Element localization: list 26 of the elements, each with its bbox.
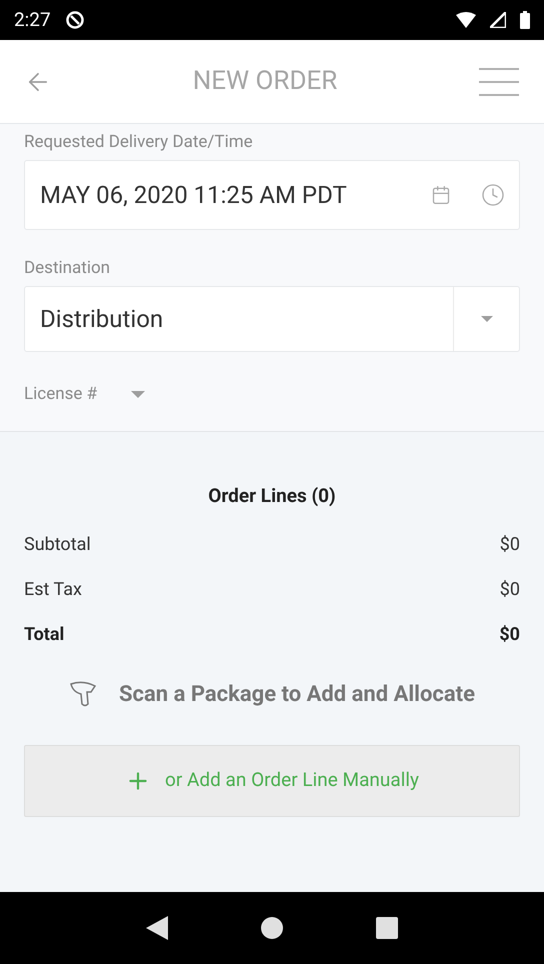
scan-prompt: Scan a Package to Add and Allocate bbox=[119, 680, 475, 708]
total-value: $0 bbox=[500, 578, 520, 602]
destination-select[interactable]: Distribution bbox=[24, 286, 520, 352]
total-value: $0 bbox=[500, 532, 520, 556]
total-label: Est Tax bbox=[24, 578, 82, 602]
date-time-field[interactable]: MAY 06, 2020 11:25 AM PDT bbox=[24, 160, 520, 230]
back-nav-icon[interactable] bbox=[146, 916, 168, 940]
dropdown-caret-icon[interactable] bbox=[480, 316, 492, 322]
home-nav-icon[interactable] bbox=[260, 917, 283, 939]
barcode-scanner-icon bbox=[69, 680, 97, 708]
recents-nav-icon[interactable] bbox=[376, 917, 398, 939]
field-label: Destination bbox=[24, 257, 112, 280]
field-label: Requested Delivery Date/Time bbox=[24, 131, 254, 154]
total-label: Subtotal bbox=[24, 532, 91, 556]
wifi-icon bbox=[456, 12, 476, 28]
dropdown-caret-icon[interactable] bbox=[131, 391, 146, 398]
status-time: 2:27 bbox=[14, 6, 51, 33]
calendar-icon[interactable] bbox=[431, 185, 451, 205]
clock-icon[interactable] bbox=[481, 183, 505, 207]
menu-icon[interactable] bbox=[478, 68, 520, 96]
signal-icon bbox=[490, 12, 506, 28]
screen-title: NEW ORDER bbox=[192, 65, 338, 98]
total-label: Total bbox=[24, 622, 64, 646]
battery-icon bbox=[520, 11, 530, 29]
total-value: $0 bbox=[499, 622, 520, 646]
section-title: Order Lines (0) bbox=[207, 483, 337, 509]
